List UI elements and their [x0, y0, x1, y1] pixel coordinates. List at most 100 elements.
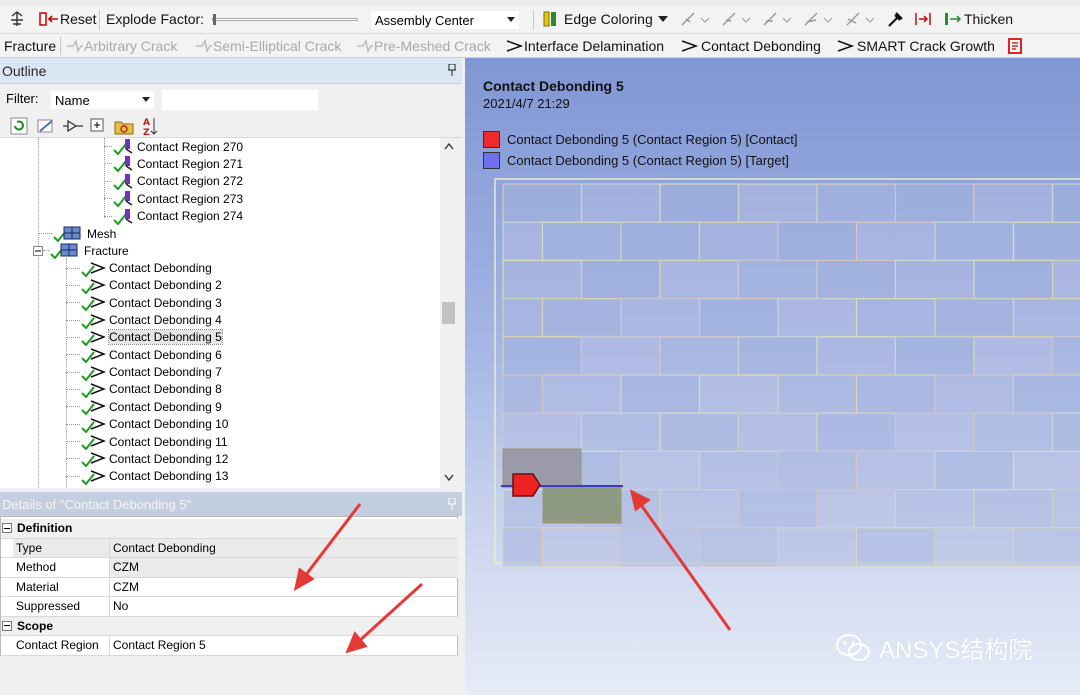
- brick: [1051, 183, 1080, 223]
- debonding-icon: [81, 348, 106, 364]
- tree-node-fracture[interactable]: Fracture: [33, 242, 129, 259]
- brick: [934, 374, 1015, 414]
- sort-az-icon[interactable]: AZ: [142, 116, 158, 136]
- brick: [541, 221, 622, 261]
- reset-button[interactable]: Reset: [38, 9, 97, 29]
- brick: [855, 374, 936, 414]
- brick: [934, 527, 1015, 567]
- tree-node-contact-debonding[interactable]: Contact Debonding 7: [66, 364, 222, 381]
- contact-region-icon: [113, 156, 133, 173]
- debonding-icon: [681, 40, 699, 52]
- collapse-icon[interactable]: [2, 620, 12, 631]
- assembly-center-select[interactable]: Assembly Center: [370, 10, 520, 30]
- tree-node-contact-debonding[interactable]: Contact Debonding: [66, 260, 212, 277]
- edge-style-1-icon[interactable]: [680, 9, 710, 29]
- refresh-icon[interactable]: [10, 117, 28, 135]
- brick: [1012, 450, 1080, 491]
- edge-style-4-icon[interactable]: [803, 9, 833, 29]
- filter-search-input[interactable]: [162, 90, 318, 110]
- brick: [659, 259, 740, 300]
- brick: [620, 298, 701, 338]
- tree-node-contact-debonding[interactable]: Contact Debonding 2: [66, 277, 222, 294]
- tree-node-contact-region[interactable]: Contact Region 272: [104, 173, 243, 190]
- explode-icon[interactable]: [8, 9, 26, 29]
- contact-region-icon: [113, 208, 133, 225]
- brick: [816, 336, 897, 376]
- detail-row-suppressed[interactable]: Suppressed No: [1, 597, 458, 617]
- delamination-icon: [506, 40, 524, 52]
- semi-elliptical-crack-button[interactable]: Semi-Elliptical Crack: [195, 36, 341, 56]
- tree-node-contact-region[interactable]: Contact Region 270: [104, 138, 243, 155]
- scroll-up-icon[interactable]: [444, 142, 454, 150]
- debonding-icon: [81, 383, 106, 398]
- brick: [620, 374, 701, 414]
- edge-style-5-icon[interactable]: [845, 9, 875, 29]
- tree-scrollbar[interactable]: [440, 138, 457, 488]
- align-icon[interactable]: [914, 9, 932, 29]
- brick: [580, 336, 661, 376]
- report-icon[interactable]: [1006, 36, 1024, 56]
- thicken-button[interactable]: Thicken: [944, 9, 1013, 29]
- fracture-toolbar-label: Fracture: [4, 38, 57, 54]
- contact-debonding-button[interactable]: Contact Debonding: [681, 36, 821, 56]
- tree-node-contact-region[interactable]: Contact Region 271: [104, 155, 243, 173]
- brick: [737, 412, 818, 453]
- debonding-icon: [81, 261, 106, 277]
- brick: [737, 489, 818, 529]
- edge-coloring-button[interactable]: Edge Coloring: [543, 9, 668, 29]
- premeshed-crack-button[interactable]: Pre-Meshed Crack: [356, 36, 491, 56]
- tree-node-contact-debonding[interactable]: Contact Debonding 10: [66, 416, 228, 433]
- interface-delamination-button[interactable]: Interface Delamination: [506, 36, 664, 56]
- folder-icon[interactable]: [113, 116, 135, 136]
- arbitrary-crack-button[interactable]: Arbitrary Crack: [66, 36, 177, 56]
- debonding-icon: [81, 435, 106, 450]
- tree-collapse-icon[interactable]: [33, 245, 43, 256]
- tree-node-contact-region[interactable]: Contact Region 274: [104, 208, 243, 225]
- scroll-down-icon[interactable]: [444, 474, 454, 482]
- brick: [659, 336, 740, 376]
- brick: [541, 527, 622, 567]
- tree-node-contact-debonding[interactable]: Contact Debonding 4: [66, 312, 222, 329]
- detail-row-type[interactable]: Type Contact Debonding: [1, 538, 458, 558]
- brick: [1051, 259, 1080, 300]
- tree-node-contact-region[interactable]: Contact Region 273: [104, 190, 243, 208]
- detail-row-contact-region[interactable]: Contact Region Contact Region 5: [1, 636, 458, 656]
- pin-tool-icon[interactable]: [886, 9, 906, 29]
- explode-slider[interactable]: [212, 14, 358, 26]
- crack-icon: [357, 39, 373, 53]
- tree-node-mesh[interactable]: Mesh: [38, 225, 116, 242]
- scroll-thumb[interactable]: [442, 302, 455, 324]
- scope-group[interactable]: Scope: [1, 616, 458, 636]
- tree-node-contact-debonding[interactable]: Contact Debonding 8: [66, 381, 222, 398]
- expand-tree-icon[interactable]: [36, 117, 56, 135]
- smart-crack-growth-button[interactable]: SMART Crack Growth: [837, 36, 995, 56]
- debonding-icon: [81, 417, 106, 433]
- brick: [973, 412, 1054, 453]
- graphics-viewport[interactable]: Contact Debonding 5 2021/4/7 21:29 Conta…: [465, 58, 1080, 695]
- tree-node-contact-debonding[interactable]: Contact Debonding 6: [66, 346, 222, 364]
- tree-node-contact-debonding[interactable]: Contact Debonding 3: [66, 294, 222, 312]
- tree-node-contact-debonding[interactable]: Contact Debonding 12: [66, 450, 228, 468]
- tree-node-contact-debonding[interactable]: Contact Debonding 13: [66, 468, 228, 485]
- brick: [973, 183, 1054, 223]
- tree-node-contact-debonding[interactable]: Contact Debonding 5: [66, 329, 223, 346]
- brick: [1012, 527, 1080, 567]
- detail-row-method[interactable]: Method CZM: [1, 558, 458, 578]
- debonding-icon: [81, 469, 106, 485]
- tree-node-contact-debonding[interactable]: Contact Debonding 9: [66, 398, 222, 416]
- tree-node-contact-debonding[interactable]: Contact Debonding 11: [66, 433, 228, 450]
- brick: [580, 259, 661, 300]
- suppress-icon[interactable]: [62, 118, 84, 134]
- edge-style-2-icon[interactable]: [721, 9, 751, 29]
- detail-row-material[interactable]: Material CZM: [1, 577, 458, 597]
- definition-group[interactable]: Definition: [1, 519, 458, 539]
- pin-icon[interactable]: [448, 498, 456, 510]
- collapse-icon[interactable]: [90, 118, 104, 132]
- pin-icon[interactable]: [448, 64, 456, 76]
- collapse-icon[interactable]: [2, 523, 12, 533]
- brick: [777, 374, 858, 414]
- viewport-title: Contact Debonding 5: [483, 78, 624, 94]
- brick: [737, 183, 818, 223]
- edge-style-3-icon[interactable]: [762, 9, 792, 29]
- filter-select[interactable]: Name: [50, 90, 155, 110]
